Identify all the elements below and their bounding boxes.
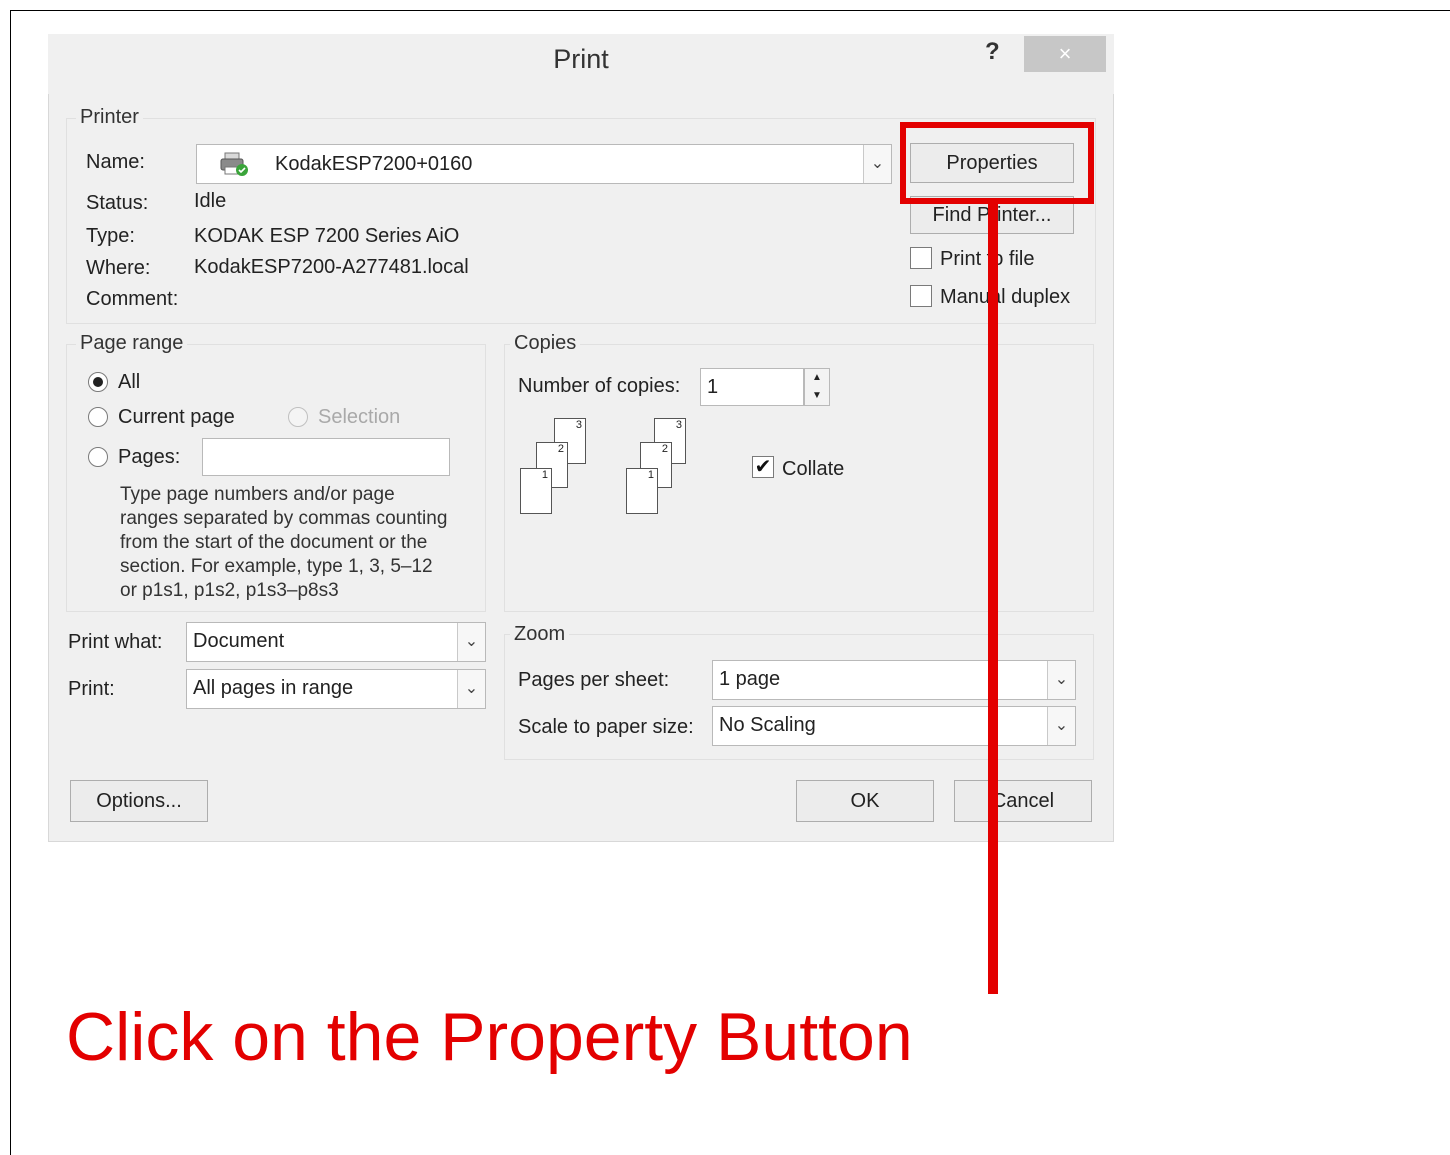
printer-legend: Printer [76, 106, 143, 129]
print-dropdown[interactable]: All pages in range ⌄ [186, 669, 486, 709]
pointer-line [988, 202, 998, 994]
page-range-legend: Page range [76, 332, 188, 355]
number-of-copies-input[interactable]: 1 [700, 368, 804, 406]
status-label: Status: [86, 192, 149, 214]
number-of-copies-label: Number of copies: [518, 375, 681, 397]
scale-value: No Scaling [719, 714, 816, 736]
chevron-down-icon[interactable]: ⌄ [1047, 707, 1075, 745]
close-button[interactable]: × [1024, 36, 1106, 72]
scale-dropdown[interactable]: No Scaling ⌄ [712, 706, 1076, 746]
document-frame-left [10, 10, 11, 1155]
help-line: section. For example, type 1, 3, 5–12 [120, 556, 433, 577]
collate-illustration-1: 3 2 1 [518, 418, 598, 522]
instruction-caption: Click on the Property Button [66, 999, 913, 1075]
current-page-label: Current page [118, 406, 235, 428]
options-button[interactable]: Options... [70, 780, 208, 822]
comment-label: Comment: [86, 288, 179, 310]
manual-duplex-checkbox[interactable] [910, 285, 932, 307]
spin-down-icon[interactable]: ▼ [805, 387, 829, 405]
manual-duplex-label: Manual duplex [940, 286, 1071, 308]
print-value: All pages in range [193, 677, 354, 699]
page-icon: 1 [520, 468, 552, 514]
status-value: Idle [194, 190, 227, 212]
current-page-radio[interactable] [88, 407, 108, 427]
collate-illustration-2: 3 2 1 [624, 418, 704, 522]
chevron-down-icon[interactable]: ⌄ [863, 145, 891, 183]
pages-per-sheet-dropdown[interactable]: 1 page ⌄ [712, 660, 1076, 700]
name-label: Name: [86, 151, 145, 173]
print-what-dropdown[interactable]: Document ⌄ [186, 622, 486, 662]
print-to-file-checkbox[interactable] [910, 247, 932, 269]
pages-radio[interactable] [88, 447, 108, 467]
chevron-down-icon[interactable]: ⌄ [1047, 661, 1075, 699]
help-button[interactable]: ? [985, 38, 1009, 66]
help-line: from the start of the document or the [120, 532, 428, 553]
type-value: KODAK ESP 7200 Series AiO [194, 225, 460, 247]
document-frame-top [10, 10, 1450, 11]
selection-label: Selection [318, 406, 401, 428]
printer-name-value: KodakESP7200+0160 [275, 153, 473, 175]
pages-input[interactable] [202, 438, 450, 476]
dialog-title: Print [553, 44, 609, 74]
copies-legend: Copies [510, 332, 581, 355]
type-label: Type: [86, 225, 135, 247]
highlight-box [900, 122, 1094, 204]
cancel-button[interactable]: Cancel [954, 780, 1092, 822]
selection-radio[interactable] [288, 407, 308, 427]
all-radio[interactable] [88, 372, 108, 392]
where-value: KodakESP7200-A277481.local [194, 256, 469, 278]
printer-name-dropdown[interactable]: KodakESP7200+0160 ⌄ [196, 144, 892, 184]
pages-label: Pages: [118, 446, 181, 468]
help-line: or p1s1, p1s2, p1s3–p8s3 [120, 580, 339, 601]
spin-up-icon[interactable]: ▲ [805, 369, 829, 387]
chevron-down-icon[interactable]: ⌄ [457, 670, 485, 708]
copies-spinner[interactable]: ▲ ▼ [804, 368, 830, 406]
chevron-down-icon[interactable]: ⌄ [457, 623, 485, 661]
pages-per-sheet-value: 1 page [719, 668, 781, 690]
print-what-value: Document [193, 630, 285, 652]
print-what-label: Print what: [68, 631, 163, 653]
where-label: Where: [86, 257, 151, 279]
collate-label: Collate [782, 458, 845, 480]
printer-icon [219, 151, 249, 177]
help-line: Type page numbers and/or page [120, 484, 395, 505]
help-line: ranges separated by commas counting [120, 508, 448, 529]
print-label: Print: [68, 678, 115, 700]
pages-per-sheet-label: Pages per sheet: [518, 669, 670, 691]
scale-label: Scale to paper size: [518, 716, 694, 738]
page-range-help: Type page numbers and/or page ranges sep… [120, 483, 480, 603]
collate-checkbox[interactable]: ✔ [752, 456, 774, 478]
page-icon: 1 [626, 468, 658, 514]
zoom-legend: Zoom [510, 623, 570, 646]
ok-button[interactable]: OK [796, 780, 934, 822]
all-label: All [118, 371, 141, 393]
